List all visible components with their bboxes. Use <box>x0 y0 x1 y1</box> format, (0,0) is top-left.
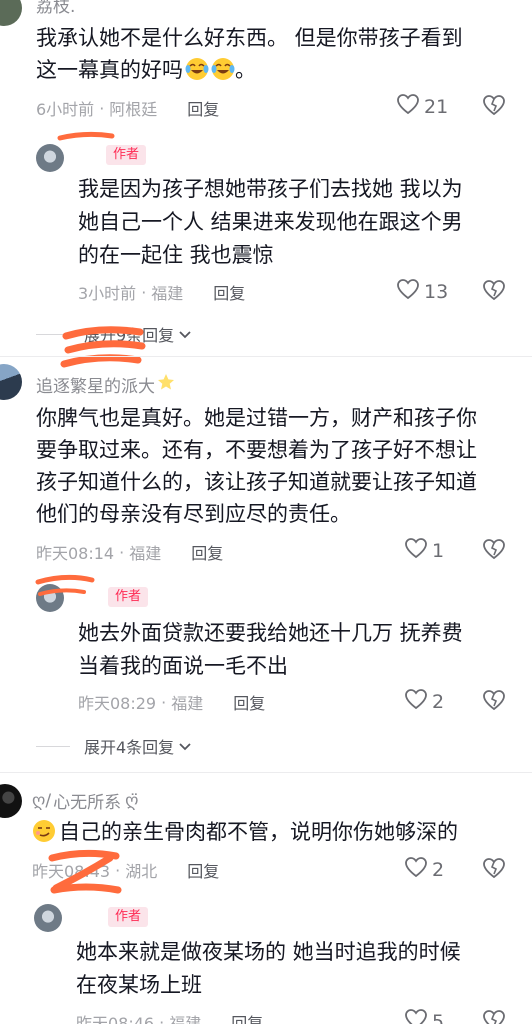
comment-location: 湖北 <box>125 862 158 881</box>
expand-replies-label: 展开9条回复 <box>84 326 175 345</box>
reply-text-line: 她自己一个人 结果进来发现他在跟这个男 <box>78 210 463 234</box>
laughing-crying-emoji-icon <box>185 57 209 81</box>
expand-replies-button[interactable]: 展开9条回复 <box>36 322 192 346</box>
heart-icon <box>404 1008 432 1024</box>
reply-button[interactable]: 回复 <box>231 1010 263 1024</box>
comment-text-line: 他们的母亲没有尽到应尽的责任。 <box>36 502 351 526</box>
like-count: 1 <box>432 539 445 562</box>
reply-text-line: 她本来就是做夜某场的 她当时追我的时候 <box>76 940 461 964</box>
author-badge: 作者 <box>108 587 149 607</box>
dislike-button[interactable] <box>482 279 506 305</box>
comment-time: 昨天08:43 <box>32 862 111 881</box>
dislike-button[interactable] <box>482 1009 506 1024</box>
reply-location: 福建 <box>151 284 184 303</box>
dislike-heart-icon <box>482 539 506 564</box>
star-icon <box>157 373 175 396</box>
reply-text-line: 在夜某场上班 <box>76 973 202 997</box>
comment-text-line: 自己的亲生骨肉都不管，说明你伤她够深的 <box>32 816 458 848</box>
author-badge: 作者 <box>106 145 147 165</box>
comment-username[interactable]: 追逐繁星的派大 <box>36 372 175 397</box>
comment-text-line: 孩子知道什么的，该让孩子知道就要让孩子知道 <box>36 470 477 494</box>
reply-location: 福建 <box>171 694 204 713</box>
laughing-crying-emoji-icon <box>211 57 235 81</box>
reply-avatar[interactable] <box>36 584 64 612</box>
heart-icon <box>404 688 432 715</box>
reply-meta: 昨天08:46 · 福建 回复 <box>76 1010 263 1024</box>
reply-location: 福建 <box>169 1014 202 1024</box>
comment-meta: 昨天08:43 · 湖北 回复 <box>32 858 219 882</box>
author-badge: 作者 <box>108 907 149 927</box>
heart-icon <box>404 856 432 883</box>
dislike-heart-icon <box>482 95 506 120</box>
heart-icon <box>396 278 424 305</box>
like-button[interactable]: 1 <box>404 537 444 564</box>
like-button[interactable]: 13 <box>396 278 448 305</box>
dislike-button[interactable] <box>482 689 506 715</box>
comment-username-text: 心无所系 <box>53 793 122 813</box>
reply-time: 昨天08:29 <box>78 694 157 713</box>
comment-location: 阿根廷 <box>109 100 158 119</box>
comment-avatar[interactable] <box>0 364 22 400</box>
comment-text-line: 要争取过来。还有，不要想着为了孩子好不想让 <box>36 438 477 462</box>
dislike-heart-icon <box>482 280 506 305</box>
comment-text-line: 我承认她不是什么好东西。 但是你带孩子看到 <box>36 26 463 50</box>
comment-divider <box>0 772 532 773</box>
like-button[interactable]: 5 <box>404 1008 444 1024</box>
reply-button[interactable]: 回复 <box>213 280 245 304</box>
comment-username-text: 追逐繁星的派大 <box>36 377 155 397</box>
comment-username[interactable]: 荔枝. <box>36 0 75 17</box>
like-button[interactable]: 21 <box>396 93 448 120</box>
like-count: 2 <box>432 858 445 881</box>
reply-text-line: 的在一起住 我也震惊 <box>78 243 274 267</box>
reply-button[interactable]: 回复 <box>187 96 219 120</box>
smirk-emoji-icon <box>32 819 56 843</box>
like-count: 5 <box>432 1010 445 1024</box>
reply-avatar[interactable] <box>36 144 64 172</box>
dislike-button[interactable] <box>482 857 506 883</box>
dislike-heart-icon <box>482 1010 506 1024</box>
comment-time: 昨天08:14 <box>36 544 115 563</box>
expand-divider-line <box>36 745 70 747</box>
comment-avatar[interactable] <box>0 784 22 818</box>
comment-meta: 6小时前 · 阿根廷 回复 <box>36 96 219 120</box>
comment-text-suffix: 。 <box>235 58 256 82</box>
expand-replies-label: 展开4条回复 <box>84 738 175 757</box>
comment-text-segment: 这一幕真的好吗 <box>36 58 183 82</box>
reply-time: 3小时前 <box>78 284 137 303</box>
expand-replies-button[interactable]: 展开4条回复 <box>36 734 192 758</box>
reply-button[interactable]: 回复 <box>191 540 223 564</box>
comment-text-line: 这一幕真的好吗 。 <box>36 54 256 86</box>
chevron-down-icon <box>178 325 192 344</box>
comment-location: 福建 <box>129 544 162 563</box>
dislike-heart-icon <box>482 858 506 883</box>
reply-button[interactable]: 回复 <box>187 858 219 882</box>
reply-text-line: 当着我的面说一毛不出 <box>78 654 288 678</box>
like-count: 2 <box>432 690 445 713</box>
reply-avatar[interactable] <box>34 904 62 932</box>
like-count: 21 <box>424 95 449 118</box>
chevron-down-icon <box>178 737 192 756</box>
like-button[interactable]: 2 <box>404 688 444 715</box>
dislike-heart-icon <box>482 690 506 715</box>
comment-username[interactable]: ღ/ 心无所系 ღ̈ <box>32 788 138 814</box>
heart-icon <box>396 93 424 120</box>
like-button[interactable]: 2 <box>404 856 444 883</box>
reply-button[interactable]: 回复 <box>233 690 265 714</box>
comment-meta: 昨天08:14 · 福建 回复 <box>36 540 223 564</box>
comment-text-segment: 自己的亲生骨肉都不管，说明你伤她够深的 <box>59 820 458 844</box>
reply-meta: 3小时前 · 福建 回复 <box>78 280 245 304</box>
comment-time: 6小时前 <box>36 100 95 119</box>
comment-avatar[interactable] <box>0 0 22 26</box>
like-count: 13 <box>424 280 449 303</box>
reply-text-line: 她去外面贷款还要我给她还十几万 抚养费 <box>78 621 463 645</box>
comment-divider <box>0 356 532 357</box>
expand-divider-line <box>36 333 70 335</box>
dislike-button[interactable] <box>482 94 506 120</box>
reply-meta: 昨天08:29 · 福建 回复 <box>78 690 265 714</box>
comment-text-line: 你脾气也是真好。她是过错一方，财产和孩子你 <box>36 406 477 430</box>
heart-icon <box>404 537 432 564</box>
dislike-button[interactable] <box>482 538 506 564</box>
reply-text-line: 我是因为孩子想她带孩子们去找她 我以为 <box>78 177 463 201</box>
reply-time: 昨天08:46 <box>76 1014 155 1024</box>
